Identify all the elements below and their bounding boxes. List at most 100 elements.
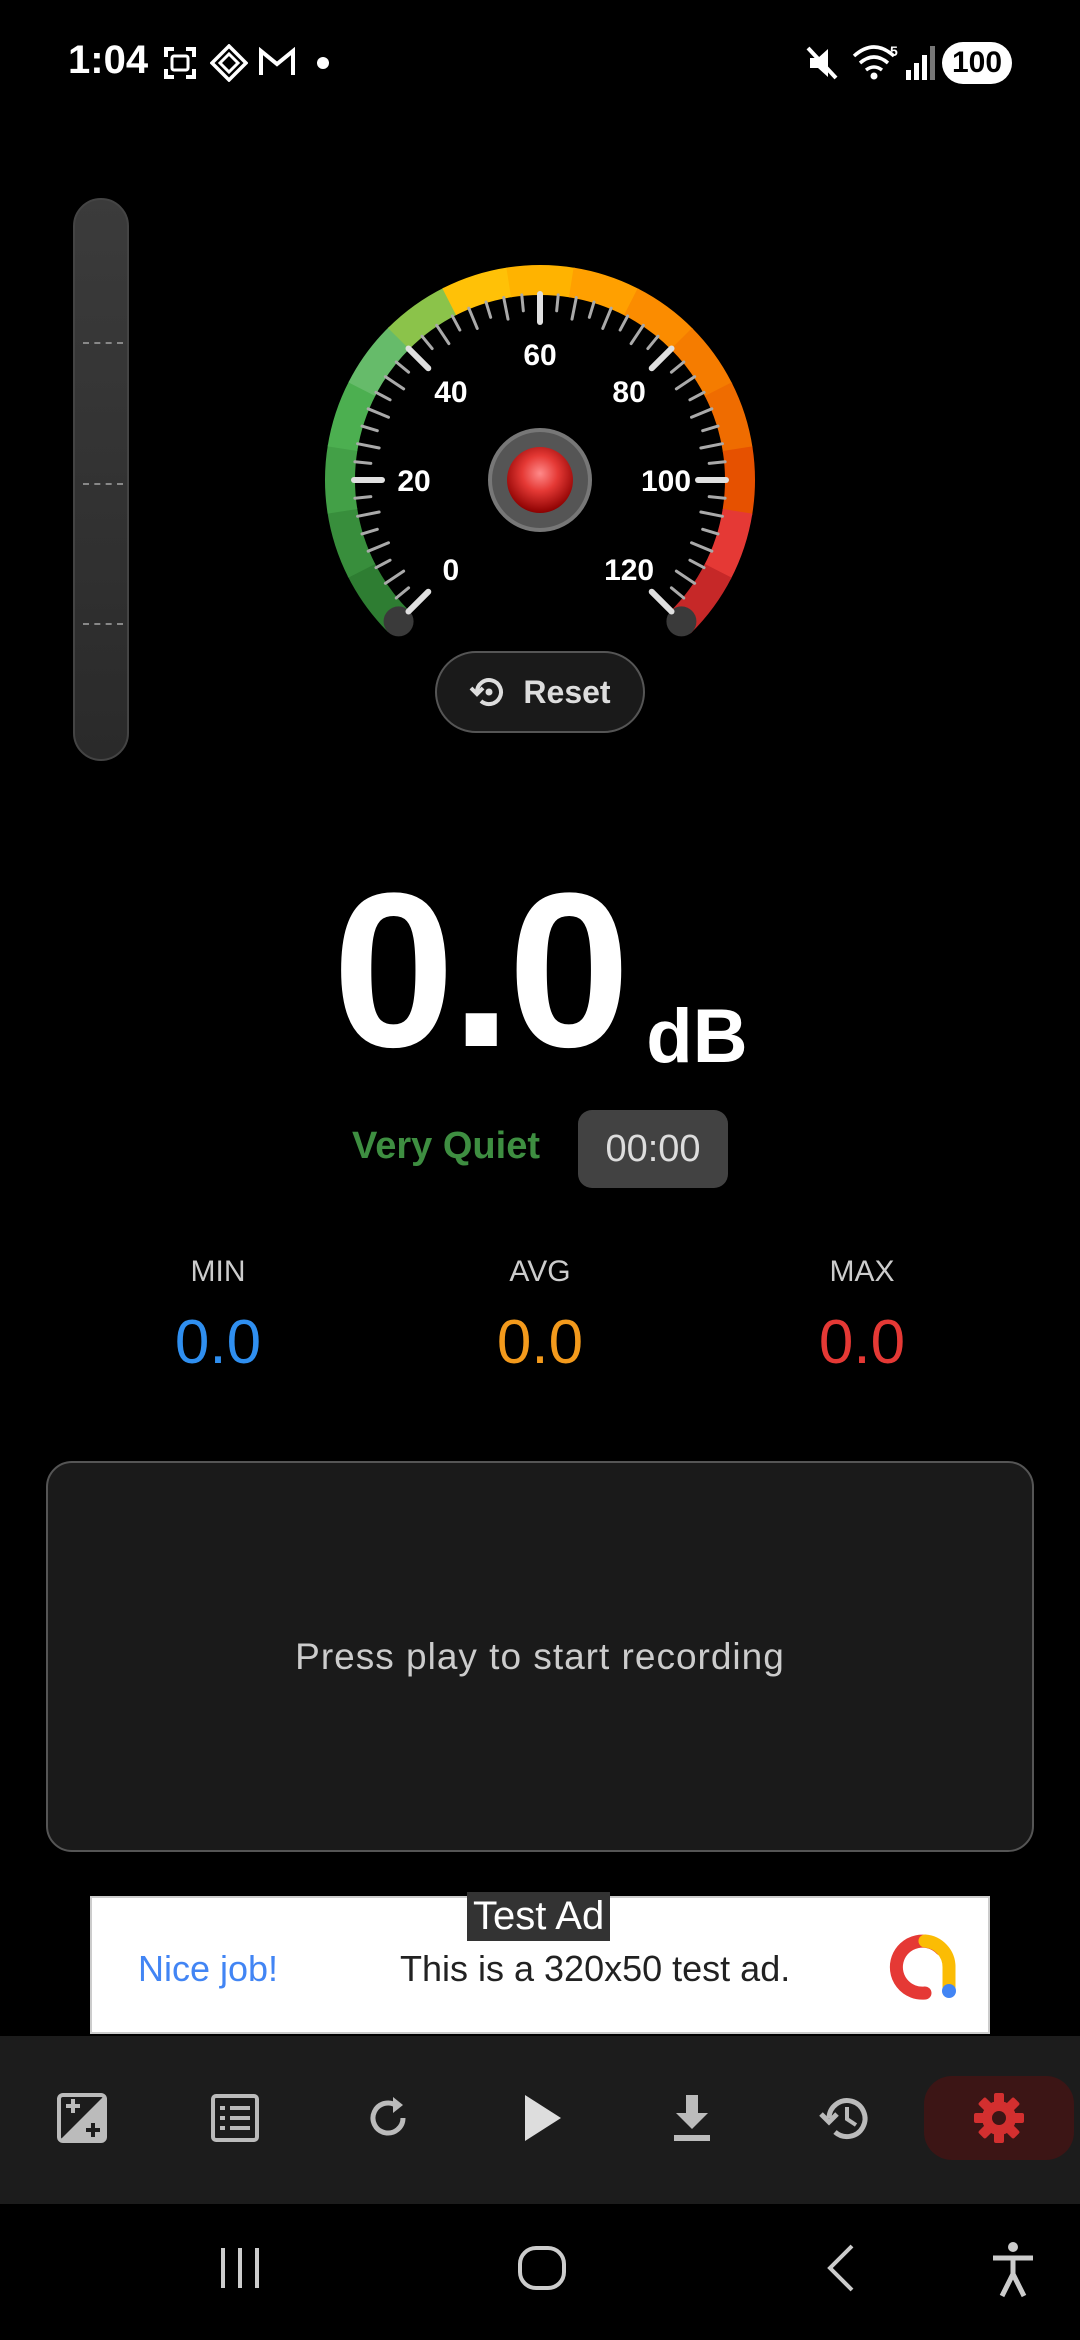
gauge-arc-segment (703, 508, 753, 580)
gauge-major-tick (648, 588, 675, 615)
dot-icon (317, 57, 329, 69)
reset-button[interactable]: Reset (435, 651, 645, 733)
admob-logo-icon (889, 1934, 956, 2000)
gauge-minor-tick (669, 360, 686, 374)
gauge-arc-segment (704, 382, 753, 453)
list-button[interactable] (185, 2068, 285, 2168)
mute-icon (806, 46, 838, 80)
gauge-minor-tick (690, 407, 714, 419)
download-icon (674, 2095, 710, 2141)
gauge-major-tick (405, 345, 432, 372)
gauge-minor-tick (701, 527, 720, 536)
exposure-button[interactable] (32, 2068, 132, 2168)
gauge-minor-tick (701, 424, 720, 433)
gauge-scale-label: 120 (604, 554, 654, 587)
gauge-minor-tick (646, 334, 660, 351)
gauge-minor-tick (699, 510, 724, 518)
reset-label: Reset (523, 673, 611, 710)
gauge-scale-label: 0 (443, 554, 460, 587)
gauge-minor-tick (353, 460, 373, 465)
gauge-arc-segment (442, 267, 513, 316)
gauge-minor-tick (383, 375, 406, 391)
history-button[interactable] (795, 2068, 895, 2168)
back-icon[interactable] (820, 2240, 864, 2296)
gauge-minor-tick (690, 541, 714, 553)
gauge-minor-tick (467, 306, 479, 330)
gauge-minor-tick (360, 527, 379, 536)
ad-tag: Test Ad (467, 1892, 611, 1941)
home-icon[interactable] (515, 2240, 569, 2296)
wifi-icon: 5 (852, 43, 898, 80)
max-stat: MAX 0.0 (762, 1255, 962, 1378)
gauge-minor-tick (374, 390, 392, 402)
gauge-scale-label: 100 (641, 465, 691, 498)
bottom-toolbar (0, 2036, 1080, 2204)
gauge-minor-tick (699, 442, 724, 450)
gauge-minor-tick (435, 323, 451, 346)
screenshot-icon (164, 47, 196, 79)
gauge-minor-tick (570, 296, 578, 321)
gauge-arc-segment (325, 444, 358, 514)
avg-label: AVG (509, 1255, 571, 1288)
gauge-minor-tick (356, 510, 381, 518)
history-icon (819, 2098, 868, 2140)
battery-indicator: 100 (942, 42, 1012, 84)
exposure-icon (57, 2093, 107, 2143)
gauge-minor-tick (484, 300, 493, 319)
gauge-arc-segment (327, 507, 376, 578)
gauge-minor-tick (688, 558, 706, 570)
play-button[interactable] (492, 2068, 592, 2168)
gauge-minor-tick (374, 558, 392, 570)
gauge-minor-tick (629, 323, 645, 346)
settings-button[interactable] (924, 2076, 1074, 2160)
decibel-value: 0.0 (332, 847, 630, 1093)
gauge-minor-tick (502, 296, 510, 321)
gauge-minor-tick (674, 569, 697, 585)
level-tick (83, 483, 123, 485)
gauge-major-tick (648, 345, 675, 372)
play-icon (525, 2095, 561, 2141)
recents-icon[interactable] (215, 2240, 265, 2296)
gauge-minor-tick (450, 314, 462, 332)
signal-icon (906, 46, 935, 80)
gauge-scale-label: 40 (434, 376, 467, 409)
min-value: 0.0 (174, 1308, 262, 1377)
gauge-minor-tick (360, 424, 379, 433)
max-label: MAX (829, 1255, 895, 1288)
gauge-minor-tick (520, 293, 525, 313)
gauge-minor-tick (674, 375, 697, 391)
gauge-minor-tick (383, 569, 406, 585)
level-meter-bar (73, 198, 129, 761)
gauge-minor-tick (394, 360, 411, 374)
max-value: 0.0 (818, 1308, 906, 1377)
accessibility-icon[interactable] (990, 2240, 1036, 2300)
gauge-minor-tick (555, 293, 560, 313)
current-reading: 0.0 dB (0, 860, 1080, 1080)
gauge-arc-segment (327, 380, 377, 452)
chart-empty-message: Press play to start recording (295, 1635, 785, 1677)
gauge-major-tick (405, 588, 432, 615)
level-tick (83, 342, 123, 344)
list-icon (211, 2094, 259, 2142)
status-bar: 1:04 5 100 (0, 0, 1080, 130)
gauge-minor-tick (353, 495, 373, 500)
system-nav-bar (0, 2204, 1080, 2340)
recording-chart-panel: Press play to start recording (46, 1461, 1034, 1852)
ad-message: This is a 320x50 test ad. (400, 1948, 791, 1989)
status-time: 1:04 (68, 38, 149, 82)
gauge-minor-tick (601, 306, 613, 330)
gmail-icon (259, 47, 295, 75)
gauge-minor-tick (394, 586, 411, 600)
svg-text:5: 5 (890, 43, 898, 59)
gauge-minor-tick (366, 541, 390, 553)
download-button[interactable] (642, 2068, 742, 2168)
gauge-arc-segment (722, 446, 755, 516)
recording-timer: 00:00 (578, 1110, 728, 1188)
level-tick (83, 623, 123, 625)
refresh-button[interactable] (338, 2068, 438, 2168)
gauge-minor-tick (356, 442, 381, 450)
gauge-minor-tick (707, 495, 727, 500)
gauge-minor-tick (618, 314, 630, 332)
gauge-arc-segment (568, 267, 640, 317)
ad-banner[interactable]: Test Ad Nice job! This is a 320x50 test … (90, 1892, 990, 2034)
